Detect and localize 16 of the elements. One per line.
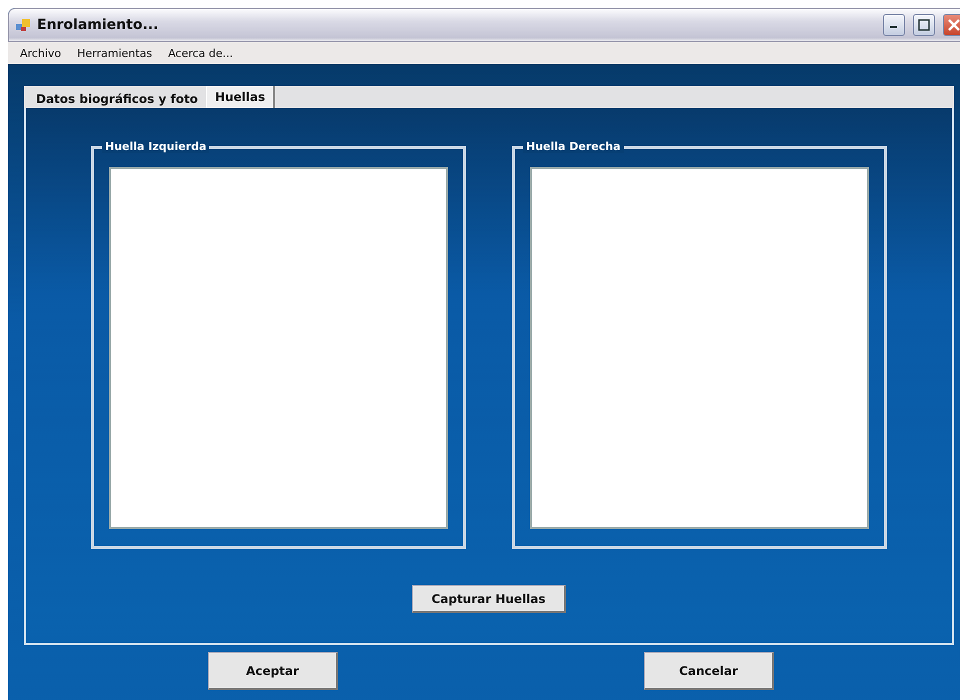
window-title: Enrolamiento... [37,17,160,33]
minimize-button[interactable] [883,14,905,36]
dialog-button[interactable]: Aceptar [208,652,338,690]
menu-item[interactable]: Herramientas [77,46,152,60]
close-button[interactable] [943,14,960,36]
menu-item[interactable]: Archivo [20,46,62,60]
group-title: Huella Derecha [523,140,624,153]
close-icon [948,19,960,31]
maximize-button[interactable] [913,14,935,36]
tab[interactable]: Huellas [206,86,276,108]
capture-button[interactable]: Capturar Huellas [412,585,566,613]
group-title: Huella Izquierda [102,140,210,153]
dialog-button[interactable]: Cancelar [644,652,774,690]
menu-item[interactable]: Acerca de... [168,46,234,60]
app-icon [15,17,31,33]
maximize-icon [918,19,930,31]
